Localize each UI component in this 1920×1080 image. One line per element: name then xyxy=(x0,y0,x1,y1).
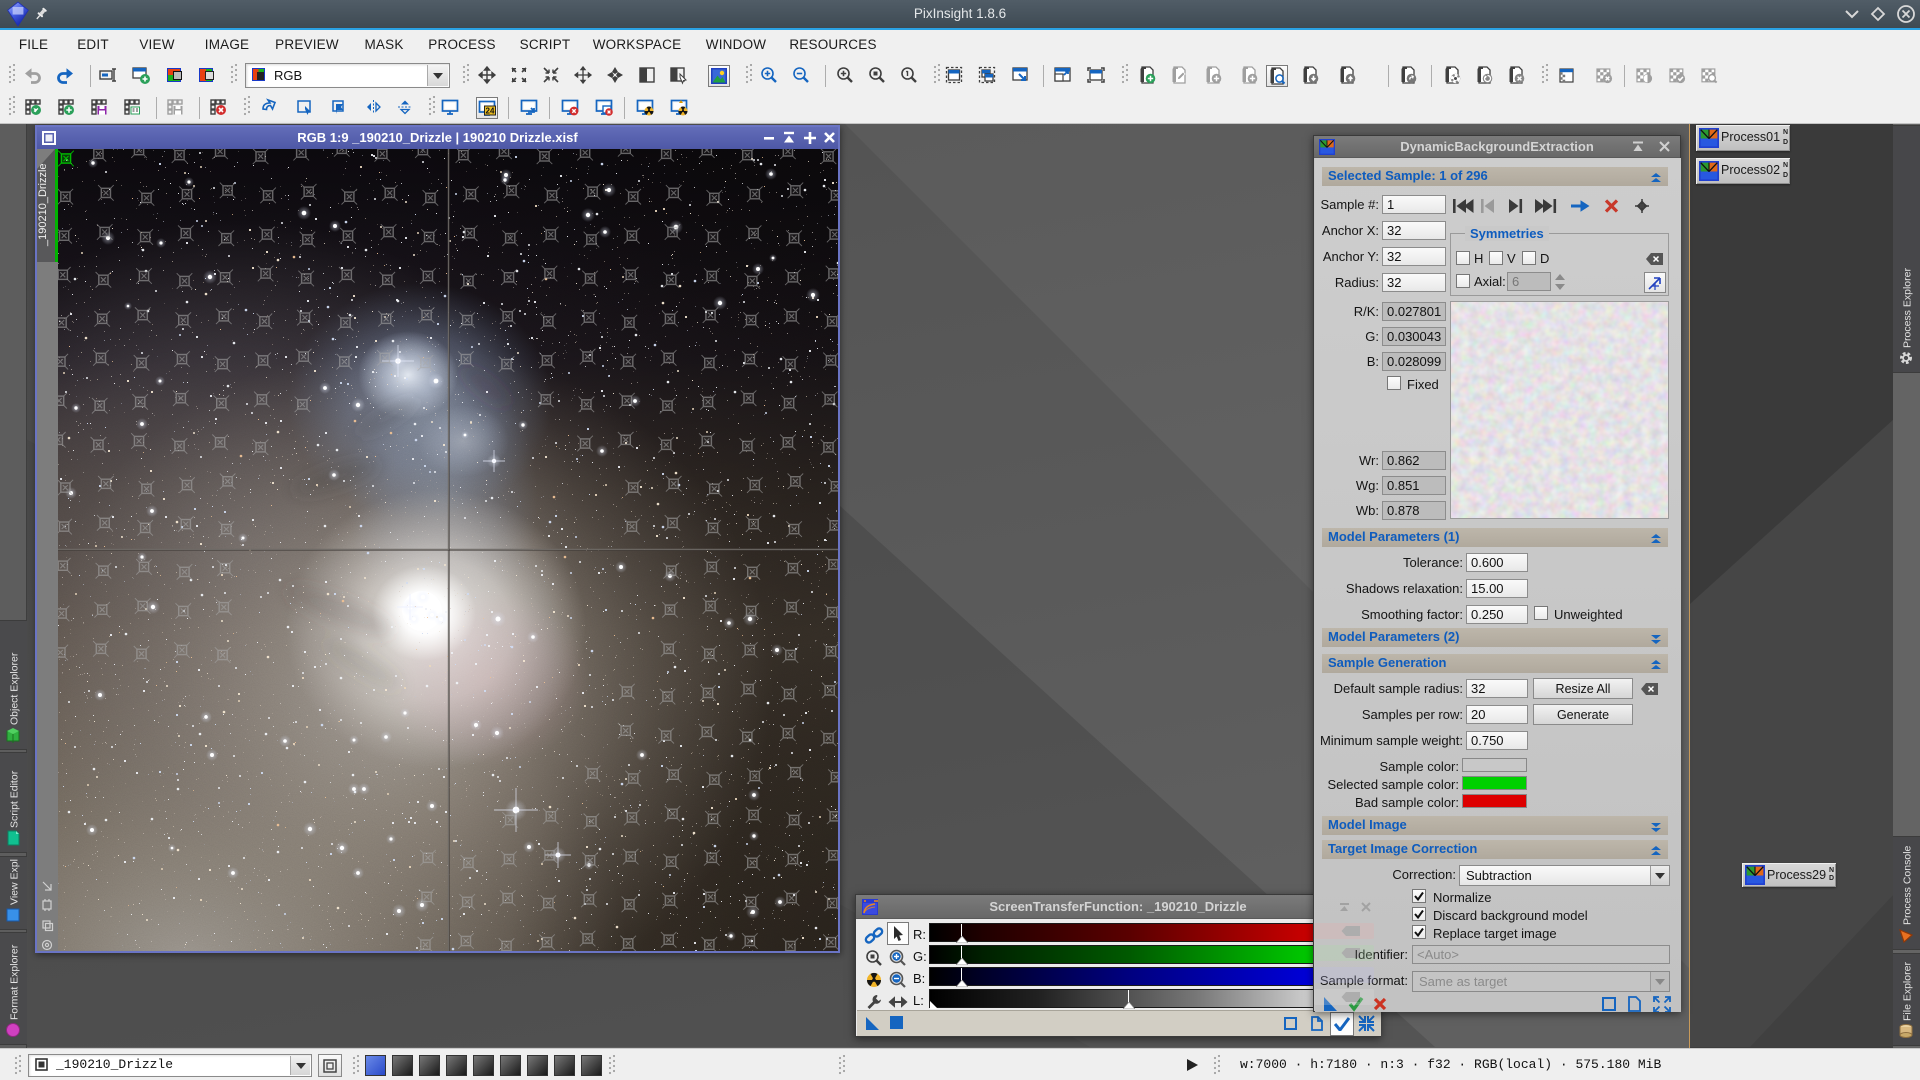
svg-text:Object Explorer: Object Explorer xyxy=(9,652,21,725)
svg-text:File Explorer: File Explorer xyxy=(1902,962,1914,1021)
svg-text:View Explorer: View Explorer xyxy=(9,859,21,905)
svg-text:Format Explorer: Format Explorer xyxy=(9,944,21,1020)
svg-text:Script Editor: Script Editor xyxy=(9,770,21,828)
svg-text:Process Explorer: Process Explorer xyxy=(1902,268,1914,348)
svg-text:Process Console: Process Console xyxy=(1902,845,1914,925)
svg-text:24: 24 xyxy=(486,107,495,116)
